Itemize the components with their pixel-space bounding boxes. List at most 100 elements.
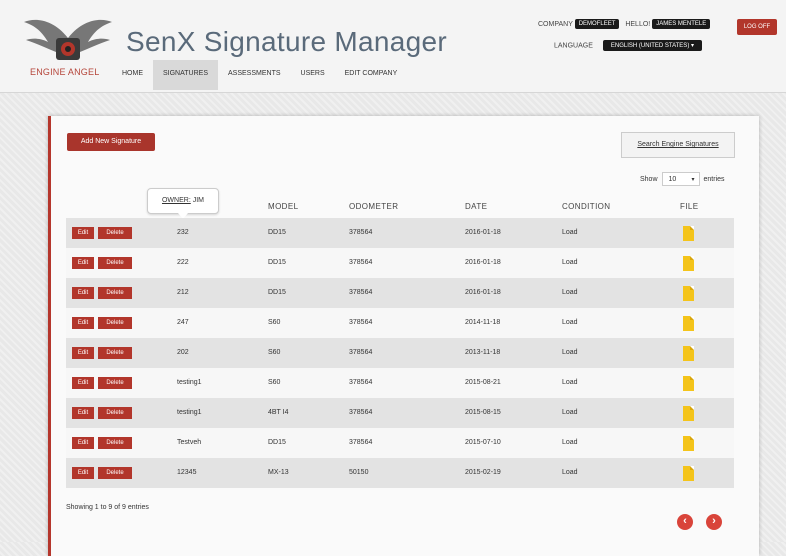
edit-button[interactable]: Edit	[72, 287, 94, 299]
edit-button[interactable]: Edit	[72, 377, 94, 389]
edit-button[interactable]: Edit	[72, 407, 94, 419]
caret-down-icon: ▾	[691, 177, 695, 183]
cell-condition: Load	[562, 409, 578, 416]
edit-button[interactable]: Edit	[72, 347, 94, 359]
file-icon[interactable]	[683, 256, 694, 271]
cell-date: 2013-11-18	[465, 349, 501, 356]
edit-button[interactable]: Edit	[72, 437, 94, 449]
cell-model: S60	[268, 379, 281, 386]
nav-edit-company[interactable]: EDIT COMPANY	[335, 60, 408, 90]
delete-button[interactable]: Delete	[98, 257, 132, 269]
cell-id: 12345	[177, 469, 197, 476]
cell-odometer: 378564	[349, 319, 373, 326]
cell-date: 2015-02-19	[465, 469, 501, 476]
delete-button[interactable]: Delete	[98, 467, 132, 479]
language-label: LANGUAGE	[554, 42, 593, 50]
cell-condition: Load	[562, 229, 578, 236]
cell-odometer: 378564	[349, 379, 373, 386]
owner-value: JIM	[192, 197, 204, 204]
table-row: Edit Delete Testveh DD15 378564 2015-07-10 Loa…	[66, 428, 734, 458]
file-icon[interactable]	[683, 346, 694, 361]
cell-id: 212	[177, 289, 189, 296]
table-row: Edit Delete testing1 S60 378564 2015-08-21 Loa…	[66, 368, 734, 398]
delete-button[interactable]: Delete	[98, 347, 132, 359]
file-icon[interactable]	[683, 226, 694, 241]
delete-button[interactable]: Delete	[98, 317, 132, 329]
log-off-button[interactable]: LOG OFF	[737, 19, 777, 35]
prev-page-icon[interactable]: ‹	[677, 514, 693, 530]
cell-date: 2016-01-18	[465, 229, 501, 236]
column-header-condition[interactable]: CONDITION	[562, 202, 611, 211]
cell-condition: Load	[562, 469, 578, 476]
file-icon[interactable]	[683, 286, 694, 301]
cell-id: testing1	[177, 409, 202, 416]
cell-model: S60	[268, 349, 281, 356]
edit-button[interactable]: Edit	[72, 467, 94, 479]
company-row: COMPANY DEMOFLEET HELLO! JAMES MENTELE	[538, 19, 711, 29]
file-icon[interactable]	[683, 376, 694, 391]
search-engine-signatures-button[interactable]: Search Engine Signatures	[621, 132, 735, 158]
column-header-model[interactable]: MODEL	[268, 202, 298, 211]
edit-button[interactable]: Edit	[72, 227, 94, 239]
user-badge: JAMES MENTELE	[652, 19, 711, 29]
cell-model: DD15	[268, 229, 286, 236]
next-page-icon[interactable]: ›	[706, 514, 722, 530]
nav-assessments[interactable]: ASSESSMENTS	[218, 60, 291, 90]
nav-home[interactable]: HOME	[112, 60, 153, 90]
table-row: Edit Delete 12345 MX-13 50150 2015-02-19 Load	[66, 458, 734, 488]
table-row: Edit Delete 232 DD15 378564 2016-01-18 Load	[66, 218, 734, 248]
table-info: Showing 1 to 9 of 9 entries	[66, 504, 149, 511]
cell-odometer: 50150	[349, 469, 369, 476]
file-icon[interactable]	[683, 466, 694, 481]
owner-tooltip: OWNER: JIM	[147, 188, 219, 219]
company-label: COMPANY	[538, 20, 573, 28]
company-badge: DEMOFLEET	[574, 19, 620, 29]
file-icon[interactable]	[683, 316, 694, 331]
cell-condition: Load	[562, 289, 578, 296]
page-length-control: Show 10 ▾ entries	[640, 172, 725, 186]
file-icon[interactable]	[683, 436, 694, 451]
cell-date: 2015-07-10	[465, 439, 501, 446]
cell-condition: Load	[562, 439, 578, 446]
cell-model: DD15	[268, 289, 286, 296]
cell-date: 2016-01-18	[465, 259, 501, 266]
language-select[interactable]: ENGLISH (UNITED STATES) ▾	[602, 40, 702, 51]
cell-id: 222	[177, 259, 189, 266]
cell-date: 2014-11-18	[465, 319, 501, 326]
column-header-odometer[interactable]: ODOMETER	[349, 202, 398, 211]
delete-button[interactable]: Delete	[98, 377, 132, 389]
cell-condition: Load	[562, 319, 578, 326]
edit-button[interactable]: Edit	[72, 257, 94, 269]
add-new-signature-button[interactable]: Add New Signature	[67, 133, 155, 151]
delete-button[interactable]: Delete	[98, 287, 132, 299]
edit-button[interactable]: Edit	[72, 317, 94, 329]
file-icon[interactable]	[683, 406, 694, 421]
table-row: Edit Delete 212 DD15 378564 2016-01-18 Load	[66, 278, 734, 308]
table-row: Edit Delete 247 S60 378564 2014-11-18 Load	[66, 308, 734, 338]
table-row: Edit Delete testing1 4BT I4 378564 2015-08-15…	[66, 398, 734, 428]
cell-odometer: 378564	[349, 349, 373, 356]
column-header-date[interactable]: DATE	[465, 202, 487, 211]
delete-button[interactable]: Delete	[98, 227, 132, 239]
cell-condition: Load	[562, 259, 578, 266]
cell-model: S60	[268, 319, 281, 326]
entries-label: entries	[703, 175, 725, 183]
cell-model: DD15	[268, 259, 286, 266]
page-length-value: 10	[668, 176, 677, 183]
page-length-select[interactable]: 10 ▾	[661, 172, 700, 186]
delete-button[interactable]: Delete	[98, 407, 132, 419]
delete-button[interactable]: Delete	[98, 437, 132, 449]
owner-label: OWNER:	[161, 197, 191, 204]
header: ENGINE ANGEL SenX Signature Manager HOME…	[0, 0, 786, 93]
main-nav: HOME SIGNATURES ASSESSMENTS USERS EDIT C…	[112, 60, 407, 90]
cell-id: 202	[177, 349, 189, 356]
table-row: Edit Delete 222 DD15 378564 2016-01-18 Load	[66, 248, 734, 278]
language-row: LANGUAGE ENGLISH (UNITED STATES) ▾	[554, 40, 702, 51]
nav-users[interactable]: USERS	[291, 60, 335, 90]
cell-date: 2015-08-15	[465, 409, 501, 416]
cell-model: DD15	[268, 439, 286, 446]
cell-condition: Load	[562, 379, 578, 386]
cell-id: testing1	[177, 379, 202, 386]
nav-signatures[interactable]: SIGNATURES	[153, 60, 218, 90]
column-header-file[interactable]: FILE	[680, 202, 699, 211]
